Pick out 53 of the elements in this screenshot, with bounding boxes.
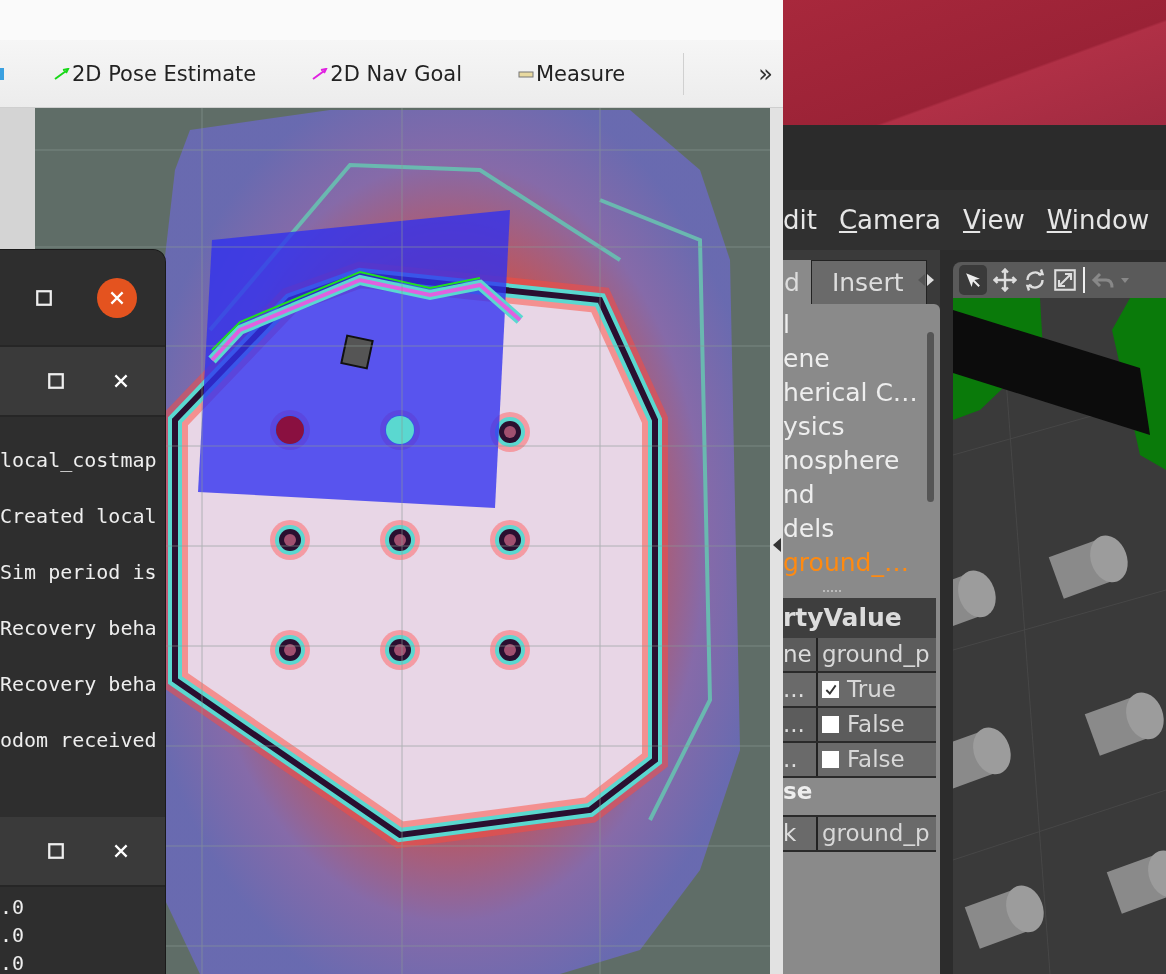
- tool-icon[interactable]: [0, 67, 4, 80]
- overflow-button[interactable]: »: [754, 59, 777, 88]
- maximize-icon[interactable]: [47, 842, 65, 860]
- checkbox[interactable]: [822, 681, 839, 698]
- tab[interactable]: d: [783, 260, 811, 304]
- close-icon: [112, 372, 130, 390]
- tree-item[interactable]: l: [783, 308, 940, 342]
- tree-item[interactable]: dels: [783, 512, 940, 546]
- menu-item[interactable]: View: [963, 205, 1025, 235]
- tree-item[interactable]: herical C…: [783, 376, 940, 410]
- property-name: ...: [783, 708, 818, 741]
- log-line: Created local: [0, 503, 158, 529]
- menu-item[interactable]: Camera: [838, 205, 941, 235]
- checkbox[interactable]: [822, 751, 839, 768]
- rotate-icon[interactable]: [1023, 268, 1047, 292]
- arrow-icon: [54, 67, 70, 80]
- property-name: ..: [783, 743, 818, 776]
- property-name: ...: [783, 673, 818, 706]
- log-line: .0: [0, 922, 26, 949]
- property-value: False: [847, 745, 905, 774]
- log-line: .0: [0, 894, 26, 921]
- property-value: False: [847, 710, 905, 739]
- tree-item[interactable]: nosphere: [783, 444, 940, 478]
- property-value: ground_p: [821, 819, 931, 848]
- property-name: ne: [783, 638, 818, 671]
- log-line: Recovery beha: [0, 671, 158, 697]
- move-icon[interactable]: [993, 268, 1017, 292]
- close-button[interactable]: [97, 277, 137, 318]
- maximize-icon[interactable]: [47, 372, 65, 390]
- arrow-icon: [312, 67, 329, 80]
- tree-item[interactable]: ene: [783, 342, 940, 376]
- tree-item[interactable]: ysics: [783, 410, 940, 444]
- property-name: k: [783, 817, 818, 850]
- log-line: .0: [0, 950, 26, 974]
- log-line: odom received: [0, 727, 158, 753]
- scrollbar[interactable]: [927, 332, 934, 502]
- tool-button[interactable]: 2D Pose Estimate: [54, 57, 257, 90]
- log-line: Sim period is: [0, 559, 158, 585]
- tool-button[interactable]: 2D Nav Goal: [312, 57, 462, 90]
- menu-item[interactable]: dit: [783, 205, 817, 235]
- log-line: Recovery beha: [0, 615, 158, 641]
- checkbox[interactable]: [822, 716, 839, 733]
- tree-item[interactable]: nd: [783, 478, 940, 512]
- log-line: local_costmap: [0, 447, 158, 473]
- property-value: True: [847, 675, 896, 704]
- close-icon: [112, 842, 130, 860]
- tool-button[interactable]: Measure: [518, 57, 626, 90]
- tab[interactable]: Insert: [810, 260, 927, 304]
- property-header: rtyValue: [783, 598, 936, 638]
- scale-icon[interactable]: [1053, 268, 1077, 292]
- maximize-icon[interactable]: [35, 288, 53, 307]
- property-value: ground_p: [821, 640, 931, 669]
- menu-item[interactable]: Window: [1046, 205, 1150, 235]
